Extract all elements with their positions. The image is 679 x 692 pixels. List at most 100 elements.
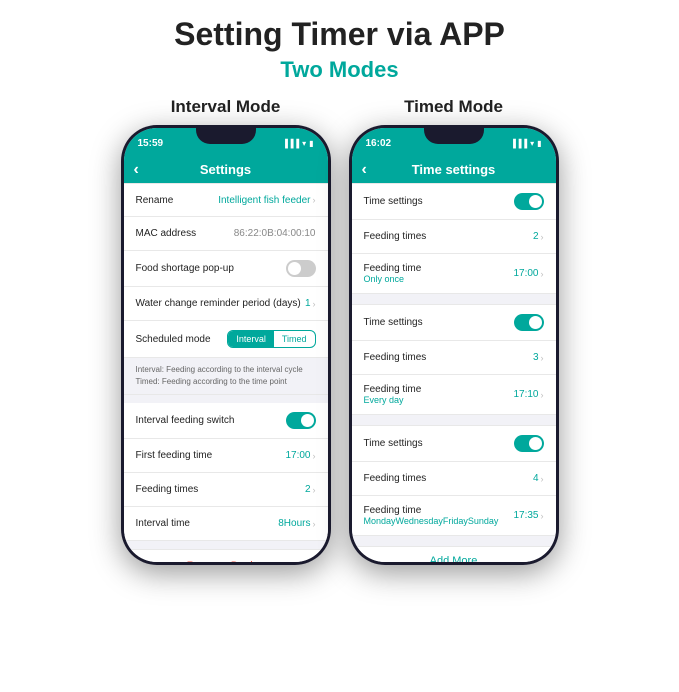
timed-settings-label-3: Time settings (364, 438, 514, 449)
food-shortage-toggle[interactable] (286, 260, 316, 277)
timed-settings-row-1: Time settings (352, 183, 556, 220)
timed-feeding-times-label-2: Feeding times (364, 352, 533, 363)
timed-feeding-times-value-2[interactable]: 3 › (533, 352, 544, 363)
timed-feeding-time-row-2: Feeding time Every day 17:10 › (352, 375, 556, 415)
timed-feeding-time-row-3: Feeding time MondayWednesdayFridaySunday… (352, 496, 556, 536)
timed-feeding-time-label-3: Feeding time (364, 505, 499, 516)
chevron-1b: › (541, 269, 544, 279)
timed-wifi-icon: ▾ (530, 139, 534, 148)
interval-time-label: Interval time (136, 518, 279, 529)
water-change-chevron: › (313, 299, 316, 309)
interval-feeding-switch-item: Interval feeding switch (124, 403, 328, 439)
timed-status-bar: 16:02 ▐▐▐ ▾ ▮ (352, 128, 556, 156)
scheduled-mode-item: Scheduled mode Interval Timed (124, 321, 328, 358)
timed-app-header: ‹ Time settings (352, 156, 556, 183)
timed-settings-label-2: Time settings (364, 317, 514, 328)
mac-value: 86:22:0B:04:00:10 (234, 228, 316, 239)
first-feeding-time-value[interactable]: 17:00 › (285, 450, 315, 461)
timed-gap-3 (352, 538, 556, 546)
timed-period-1: Only once (364, 274, 422, 284)
timed-settings-row-2: Time settings (352, 304, 556, 341)
battery-icon: ▮ (309, 139, 313, 148)
timed-status-icons: ▐▐▐ ▾ ▮ (510, 139, 541, 148)
timed-feeding-times-row-2: Feeding times 3 › (352, 341, 556, 375)
timed-section-2: Time settings Feeding times 3 › Feeding … (352, 304, 556, 415)
timed-feeding-time-label-2: Feeding time (364, 384, 422, 395)
timed-back-arrow-icon[interactable]: ‹ (362, 161, 367, 179)
feeding-times-value[interactable]: 2 › (305, 484, 316, 495)
water-change-value[interactable]: 1 › (305, 298, 316, 309)
timed-status-time: 16:02 (366, 138, 392, 149)
first-feeding-chevron: › (313, 451, 316, 461)
mac-label: MAC address (136, 228, 234, 239)
timed-section-3: Time settings Feeding times 4 › Feeding … (352, 425, 556, 536)
timed-feeding-times-row-3: Feeding times 4 › (352, 462, 556, 496)
timed-mode-label: Timed Mode (404, 97, 503, 117)
interval-feeding-toggle[interactable] (286, 412, 316, 429)
timed-phone-inner: 16:02 ▐▐▐ ▾ ▮ ‹ Time settings (352, 128, 556, 562)
timed-feeding-time-value-3[interactable]: 17:35 › (513, 510, 543, 521)
back-arrow-icon[interactable]: ‹ (134, 161, 139, 179)
segment-timed[interactable]: Timed (274, 331, 315, 347)
feeding-times-label: Feeding times (136, 484, 305, 495)
interval-toggle-thumb (301, 414, 314, 427)
interval-time-item: Interval time 8Hours › (124, 507, 328, 541)
timed-gap-1 (352, 296, 556, 304)
rename-label: Rename (136, 195, 219, 206)
timed-gap-2 (352, 417, 556, 425)
timed-section-1: Time settings Feeding times 2 › Feeding … (352, 183, 556, 294)
signal-icon: ▐▐▐ (282, 139, 299, 148)
timed-notch (424, 128, 484, 144)
wifi-icon: ▾ (302, 139, 306, 148)
interval-status-time: 15:59 (138, 138, 164, 149)
timed-period-2: Every day (364, 395, 422, 405)
page-title: Setting Timer via APP (174, 16, 505, 53)
interval-status-icons: ▐▐▐ ▾ ▮ (282, 139, 313, 148)
timed-feeding-time-value-1[interactable]: 17:00 › (513, 268, 543, 279)
timed-settings-list: Time settings Feeding times 2 › Feeding … (352, 183, 556, 562)
interval-note: Interval: Feeding according to the inter… (124, 358, 328, 395)
notch (196, 128, 256, 144)
first-feeding-time-label: First feeding time (136, 450, 286, 461)
timed-toggle-2[interactable] (514, 314, 544, 331)
rename-value[interactable]: Intelligent fish feeder › (218, 195, 315, 206)
add-more-button[interactable]: Add More (352, 546, 556, 562)
timed-toggle-1[interactable] (514, 193, 544, 210)
feeding-times-item: Feeding times 2 › (124, 473, 328, 507)
timed-feeding-times-label-1: Feeding times (364, 231, 533, 242)
timed-battery-icon: ▮ (537, 139, 541, 148)
interval-time-chevron: › (313, 519, 316, 529)
timed-signal-icon: ▐▐▐ (510, 139, 527, 148)
rename-chevron: › (313, 195, 316, 205)
timed-settings-label-1: Time settings (364, 196, 514, 207)
interval-header-title: Settings (200, 162, 251, 177)
timed-feeding-times-value-3[interactable]: 4 › (533, 473, 544, 484)
section-gap-1 (124, 395, 328, 403)
timed-feeding-times-label-3: Feeding times (364, 473, 533, 484)
chevron-2b: › (541, 390, 544, 400)
timed-toggle-3[interactable] (514, 435, 544, 452)
remove-device-button[interactable]: Remove Device (124, 549, 328, 562)
timed-phone: 16:02 ▐▐▐ ▾ ▮ ‹ Time settings (349, 125, 559, 565)
feeding-times-chevron: › (313, 485, 316, 495)
timed-feeding-time-value-2[interactable]: 17:10 › (513, 389, 543, 400)
interval-feeding-switch-label: Interval feeding switch (136, 415, 286, 426)
toggle-thumb (288, 262, 301, 275)
segment-control[interactable]: Interval Timed (227, 330, 315, 348)
timed-thumb-3 (529, 437, 542, 450)
segment-interval[interactable]: Interval (228, 331, 274, 347)
food-shortage-item: Food shortage pop-up (124, 251, 328, 287)
chevron-2a: › (541, 353, 544, 363)
water-change-item: Water change reminder period (days) 1 › (124, 287, 328, 321)
chevron-1a: › (541, 232, 544, 242)
chevron-3a: › (541, 474, 544, 484)
interval-phone: 15:59 ▐▐▐ ▾ ▮ ‹ Settings Rename (121, 125, 331, 565)
water-change-label: Water change reminder period (days) (136, 298, 305, 309)
first-feeding-time-item: First feeding time 17:00 › (124, 439, 328, 473)
timed-feeding-time-row-1: Feeding time Only once 17:00 › (352, 254, 556, 294)
phones-row: Interval Mode 15:59 ▐▐▐ ▾ ▮ ‹ Settings (121, 97, 559, 565)
timed-thumb-2 (529, 316, 542, 329)
timed-feeding-times-value-1[interactable]: 2 › (533, 231, 544, 242)
interval-time-value[interactable]: 8Hours › (278, 518, 315, 529)
timed-period-3: MondayWednesdayFridaySunday (364, 516, 499, 526)
